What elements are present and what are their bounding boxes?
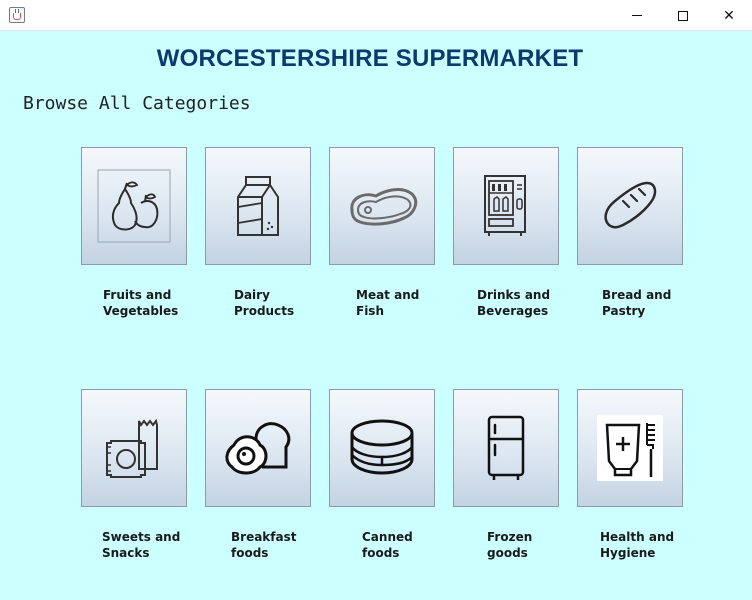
category-label: Frozen goods <box>487 530 533 560</box>
java-cup-icon <box>9 7 25 23</box>
maximize-icon <box>678 10 688 21</box>
browse-heading: Browse All Categories <box>23 93 251 114</box>
vending-machine-icon <box>484 175 526 236</box>
close-icon: ✕ <box>723 7 735 24</box>
category-button-dairy-products[interactable] <box>205 147 311 265</box>
category-button-meat-and-fish[interactable] <box>329 147 435 265</box>
category-button-health-and-hygiene[interactable] <box>577 389 683 507</box>
category-label: Health and Hygiene <box>600 530 675 560</box>
category-label: Breakfast foods <box>231 530 297 560</box>
category-label: Dairy Products <box>234 288 295 318</box>
category-label: Fruits and Vegetables <box>103 288 179 318</box>
category-button-breakfast-foods[interactable] <box>205 389 311 507</box>
category-label: Bread and Pastry <box>602 288 672 318</box>
title-bar: ✕ <box>0 0 752 31</box>
category-button-bread-and-pastry[interactable] <box>577 147 683 265</box>
steak-icon <box>350 188 418 226</box>
category-button-canned-foods[interactable] <box>329 389 435 507</box>
snacks-icon <box>106 418 158 478</box>
minimize-button[interactable] <box>614 0 660 31</box>
toothpaste-icon <box>597 415 663 481</box>
category-button-sweets-and-snacks[interactable] <box>81 389 187 507</box>
fruits-icon <box>97 169 171 243</box>
category-button-frozen-goods[interactable] <box>453 389 559 507</box>
category-label: Canned foods <box>362 530 413 560</box>
close-button[interactable]: ✕ <box>706 0 752 31</box>
maximize-button[interactable] <box>660 0 706 31</box>
egg-toast-icon <box>225 422 291 475</box>
main-panel: WORCESTERSHIRE SUPERMARKET Browse All Ca… <box>0 31 752 600</box>
minimize-icon <box>632 15 642 16</box>
category-button-fruits-and-vegetables[interactable] <box>81 147 187 265</box>
page-title: WORCESTERSHIRE SUPERMARKET <box>156 45 584 72</box>
category-label: Meat and Fish <box>356 288 420 318</box>
fridge-icon <box>487 415 525 480</box>
can-icon <box>350 419 414 475</box>
milk-carton-icon <box>237 176 279 236</box>
category-label: Sweets and Snacks <box>102 530 181 560</box>
bread-icon <box>604 181 657 229</box>
category-label: Drinks and Beverages <box>477 288 551 318</box>
category-button-drinks-and-beverages[interactable] <box>453 147 559 265</box>
